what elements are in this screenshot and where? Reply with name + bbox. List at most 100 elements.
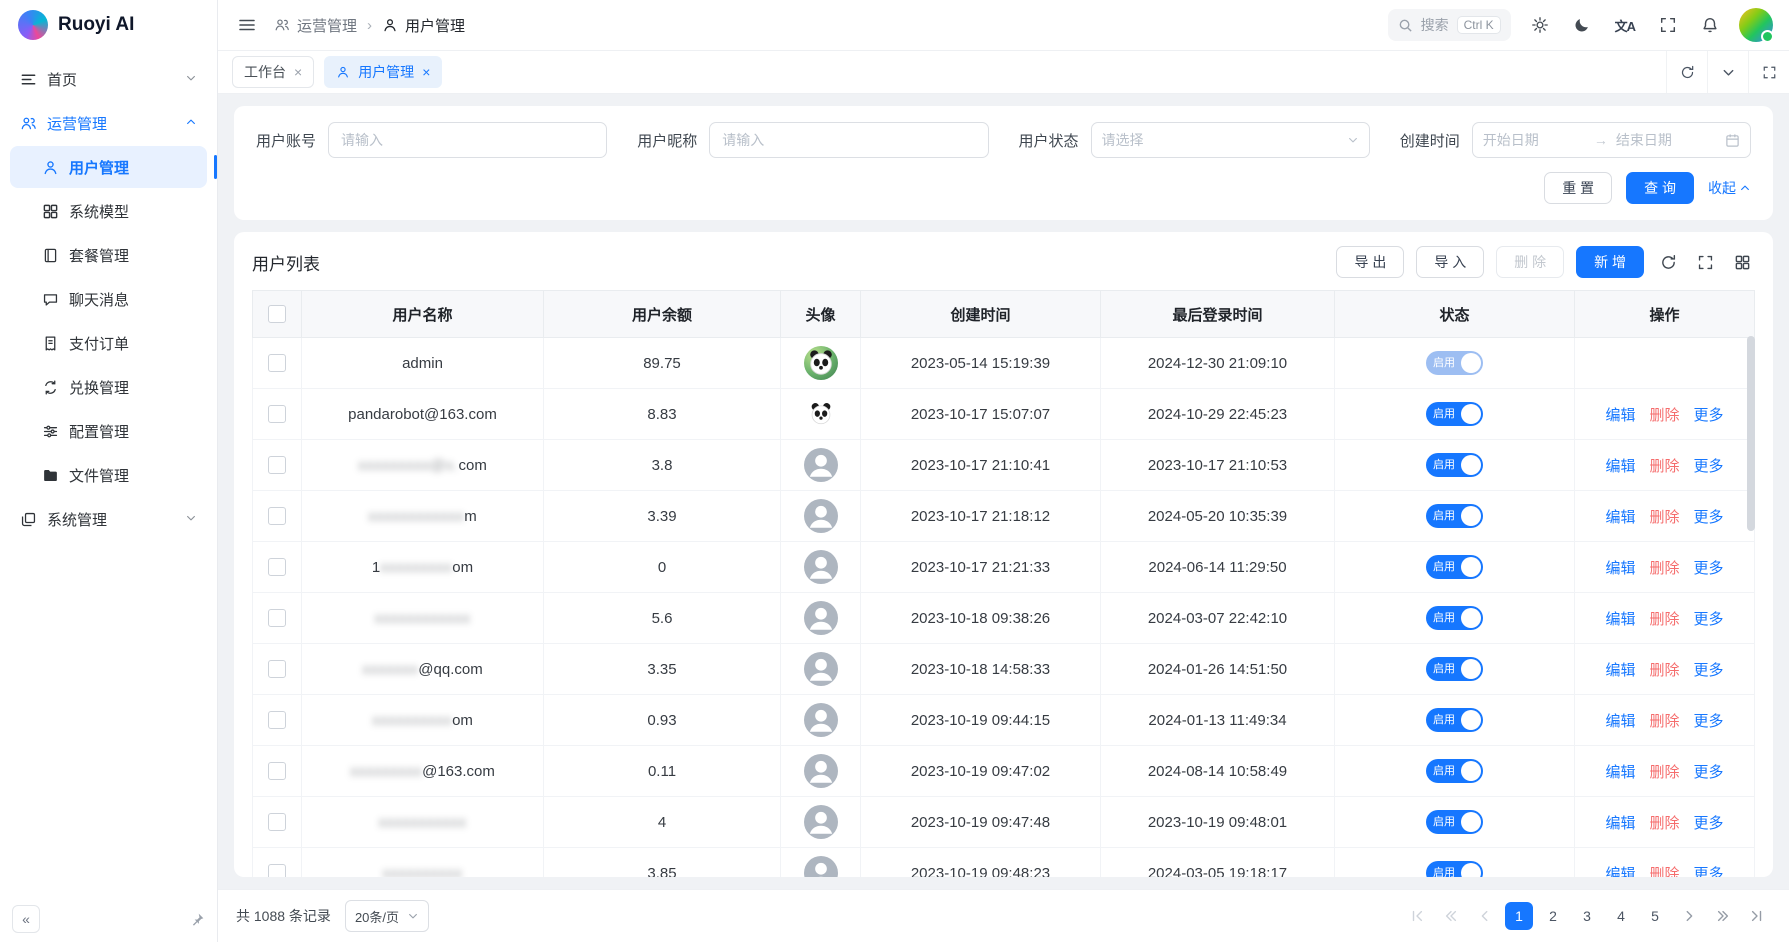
sidebar-item-system-management[interactable]: 系统管理 [10,498,207,540]
status-toggle[interactable]: 启用 [1426,453,1483,477]
status-toggle[interactable]: 启用 [1426,759,1483,783]
more-link[interactable]: 更多 [1694,560,1724,577]
search-button[interactable]: 查 询 [1626,172,1694,204]
tab-workbench[interactable]: 工作台 × [232,56,314,88]
collapse-filters-link[interactable]: 收起 [1708,178,1751,198]
page-button-1[interactable]: 1 [1505,902,1533,930]
status-toggle[interactable]: 启用 [1426,810,1483,834]
dark-mode-moon-icon[interactable] [1569,12,1595,38]
row-checkbox[interactable] [268,813,286,831]
nickname-input[interactable] [720,131,977,149]
row-checkbox[interactable] [268,354,286,372]
row-checkbox[interactable] [268,456,286,474]
row-checkbox[interactable] [268,558,286,576]
prev-5-pages-icon[interactable] [1437,902,1465,930]
edit-link[interactable]: 编辑 [1605,560,1635,577]
add-button[interactable]: 新 增 [1576,246,1644,278]
status-toggle[interactable]: 启用 [1426,657,1483,681]
row-checkbox[interactable] [268,711,286,729]
status-toggle[interactable]: 启用 [1426,861,1483,877]
more-link[interactable]: 更多 [1694,764,1724,781]
status-toggle[interactable]: 启用 [1426,351,1483,375]
delete-link[interactable]: 删除 [1649,662,1679,679]
tab-options-chevron-icon[interactable] [1707,51,1748,93]
page-button-3[interactable]: 3 [1573,902,1601,930]
first-page-icon[interactable] [1403,902,1431,930]
content-fullscreen-icon[interactable] [1748,51,1789,93]
next-page-icon[interactable] [1675,902,1703,930]
account-input[interactable] [339,131,596,149]
row-checkbox[interactable] [268,405,286,423]
sidebar-collapse-button[interactable]: « [12,905,40,933]
sidebar-item-config-management[interactable]: 配置管理 [10,410,207,452]
delete-link[interactable]: 删除 [1649,611,1679,628]
edit-link[interactable]: 编辑 [1605,407,1635,424]
delete-link[interactable]: 删除 [1649,560,1679,577]
language-translate-icon[interactable]: 文A [1611,12,1639,39]
delete-link[interactable]: 删除 [1649,713,1679,730]
sidebar-item-operations[interactable]: 运营管理 [10,102,207,144]
select-all-checkbox[interactable] [268,305,286,323]
close-icon[interactable]: × [422,65,430,79]
delete-link[interactable]: 删除 [1649,815,1679,832]
more-link[interactable]: 更多 [1694,662,1724,679]
sidebar-item-user-management[interactable]: 用户管理 [10,146,207,188]
reset-button[interactable]: 重 置 [1544,172,1612,204]
sidebar-item-payment-orders[interactable]: 支付订单 [10,322,207,364]
date-range-picker[interactable]: 开始日期 → 结束日期 [1472,122,1751,158]
more-link[interactable]: 更多 [1694,611,1724,628]
edit-link[interactable]: 编辑 [1605,764,1635,781]
next-5-pages-icon[interactable] [1709,902,1737,930]
status-toggle[interactable]: 启用 [1426,555,1483,579]
sidebar-item-package-management[interactable]: 套餐管理 [10,234,207,276]
sidebar-item-system-model[interactable]: 系统模型 [10,190,207,232]
breadcrumb-parent[interactable]: 运营管理 [274,15,357,36]
fullscreen-icon[interactable] [1655,12,1681,38]
pin-icon[interactable] [190,912,205,927]
hamburger-menu-icon[interactable] [234,12,260,38]
sidebar-item-chat-messages[interactable]: 聊天消息 [10,278,207,320]
notifications-bell-icon[interactable] [1697,12,1723,38]
delete-link[interactable]: 删除 [1649,866,1679,878]
page-button-2[interactable]: 2 [1539,902,1567,930]
settings-gear-icon[interactable] [1527,12,1553,38]
close-icon[interactable]: × [294,65,302,79]
prev-page-icon[interactable] [1471,902,1499,930]
status-select[interactable]: 请选择 [1091,122,1370,158]
row-checkbox[interactable] [268,660,286,678]
row-checkbox[interactable] [268,609,286,627]
export-button[interactable]: 导 出 [1336,246,1404,278]
edit-link[interactable]: 编辑 [1605,815,1635,832]
status-toggle[interactable]: 启用 [1426,504,1483,528]
more-link[interactable]: 更多 [1694,509,1724,526]
table-fullscreen-icon[interactable] [1693,250,1718,275]
row-checkbox[interactable] [268,507,286,525]
column-settings-icon[interactable] [1730,250,1755,275]
edit-link[interactable]: 编辑 [1605,611,1635,628]
table-refresh-icon[interactable] [1656,250,1681,275]
edit-link[interactable]: 编辑 [1605,662,1635,679]
page-button-4[interactable]: 4 [1607,902,1635,930]
sidebar-item-exchange-management[interactable]: 兑换管理 [10,366,207,408]
delete-link[interactable]: 删除 [1649,407,1679,424]
status-toggle[interactable]: 启用 [1426,606,1483,630]
refresh-icon[interactable] [1666,51,1707,93]
status-toggle[interactable]: 启用 [1426,708,1483,732]
more-link[interactable]: 更多 [1694,866,1724,878]
edit-link[interactable]: 编辑 [1605,458,1635,475]
user-avatar[interactable] [1739,8,1773,42]
delete-button[interactable]: 删 除 [1496,246,1564,278]
edit-link[interactable]: 编辑 [1605,509,1635,526]
page-size-select[interactable]: 20条/页 [345,900,429,932]
import-button[interactable]: 导 入 [1416,246,1484,278]
delete-link[interactable]: 删除 [1649,509,1679,526]
sidebar-item-file-management[interactable]: 文件管理 [10,454,207,496]
status-toggle[interactable]: 启用 [1426,402,1483,426]
table-scrollbar[interactable] [1747,336,1755,531]
global-search[interactable]: 搜索 Ctrl K [1388,9,1511,41]
more-link[interactable]: 更多 [1694,407,1724,424]
sidebar-item-home[interactable]: 首页 [10,58,207,100]
row-checkbox[interactable] [268,762,286,780]
more-link[interactable]: 更多 [1694,815,1724,832]
edit-link[interactable]: 编辑 [1605,866,1635,878]
